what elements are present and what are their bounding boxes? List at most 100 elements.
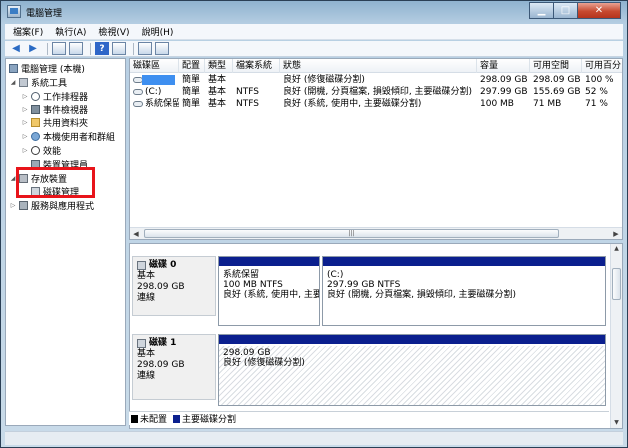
toolbar-separator (133, 42, 134, 55)
partition-system-reserved[interactable]: 系統保留 100 MB NTFS 良好 (系統, 使用中, 主要 (218, 256, 320, 326)
properties-icon[interactable] (112, 42, 126, 55)
volume-name-cell: 系統保留 (130, 98, 179, 110)
capacity-cell: 298.09 GB (480, 75, 528, 85)
navigation-tree[interactable]: 電腦管理 (本機) ◢ 系統工具 ▷ 工作排程器 ▷ 事件檢視器 ▷ 共用資料夾… (5, 58, 126, 426)
scrollbar-thumb[interactable]: ||| (144, 229, 559, 238)
status-bar (5, 431, 623, 445)
menu-file[interactable]: 檔案(F) (13, 25, 43, 38)
column-header-status[interactable]: 狀態 (280, 59, 477, 73)
partition-c-drive[interactable]: (C:) 297.99 GB NTFS 良好 (開機, 分頁檔案, 損毀傾印, … (322, 256, 606, 326)
menu-action[interactable]: 執行(A) (55, 25, 86, 38)
expand-arrow-icon[interactable]: ▷ (21, 106, 29, 113)
services-icon (19, 201, 28, 210)
table-row[interactable]: 簡單 基本 良好 (修復磁碟分割) 298.09 GB 298.09 GB 10… (130, 74, 622, 86)
layout-cell: 簡單 (182, 75, 201, 85)
up-folder-icon[interactable] (52, 42, 66, 55)
disk-0-label[interactable]: 磁碟 0 基本 298.09 GB 連線 (132, 256, 216, 316)
table-row[interactable]: (C:) 簡單 基本 NTFS 良好 (開機, 分頁檔案, 損毀傾印, 主要磁碟… (130, 86, 622, 98)
scroll-down-arrow-icon[interactable]: ▼ (611, 418, 622, 428)
disk-1-status: 連線 (137, 371, 156, 381)
file-system-cell (233, 74, 280, 86)
legend-primary-label: 主要磁碟分割 (182, 415, 237, 425)
disk-graph-view[interactable]: 磁碟 0 基本 298.09 GB 連線 系統保留 100 MB NTFS 良好… (129, 243, 623, 429)
file-system-cell: NTFS (236, 87, 259, 97)
tree-item-services-applications[interactable]: ▷ 服務與應用程式 (9, 199, 94, 212)
column-header-free-space[interactable]: 可用空間 (530, 59, 582, 73)
menu-help[interactable]: 說明(H) (142, 25, 174, 38)
show-hide-tree-icon[interactable] (69, 42, 83, 55)
free-space-cell: 298.09 GB (533, 75, 581, 85)
percent-free-cell: 71 % (585, 99, 608, 109)
minimize-button[interactable]: ▁ (529, 2, 554, 19)
scrollbar-thumb[interactable] (612, 268, 621, 300)
tree-item-system-tools[interactable]: ◢ 系統工具 (9, 76, 67, 89)
partition-recovery[interactable]: 298.09 GB 良好 (修復磁碟分割) (218, 334, 606, 406)
column-header-volume[interactable]: 磁碟區 (130, 59, 179, 73)
computer-management-icon (7, 5, 21, 18)
red-highlight-box (16, 167, 95, 198)
partition-status: 良好 (修復磁碟分割) (223, 358, 305, 368)
scroll-left-arrow-icon[interactable]: ◀ (130, 229, 142, 239)
volume-list[interactable]: 磁碟區 配置 類型 檔案系統 狀態 容量 可用空間 可用百分 簡單 基本 良好 … (129, 58, 623, 240)
forward-arrow-icon[interactable]: ▶ (26, 42, 40, 55)
primary-partition-bar (219, 257, 319, 266)
capacity-cell: 100 MB (480, 99, 514, 109)
column-header-type[interactable]: 類型 (205, 59, 233, 73)
back-arrow-icon[interactable]: ◀ (9, 42, 23, 55)
partition-size: 297.99 GB NTFS (327, 280, 401, 290)
unallocated-swatch (131, 414, 138, 423)
scroll-right-arrow-icon[interactable]: ▶ (610, 229, 622, 239)
partition-size: 298.09 GB (223, 348, 271, 358)
tree-item-performance[interactable]: ▷ 效能 (21, 144, 61, 157)
status-cell: 良好 (開機, 分頁檔案, 損毀傾印, 主要磁碟分割) (283, 87, 473, 97)
volume-icon (133, 88, 143, 95)
tree-item-local-users-groups[interactable]: ▷ 本機使用者和群組 (21, 130, 115, 143)
expand-arrow-icon[interactable]: ▷ (21, 119, 29, 126)
scroll-up-arrow-icon[interactable]: ▲ (611, 244, 622, 254)
horizontal-scrollbar[interactable]: ◀ ||| ▶ (130, 227, 622, 239)
hard-disk-icon (137, 339, 146, 348)
settings-icon[interactable] (155, 42, 169, 55)
tree-item-label: 電腦管理 (本機) (21, 65, 85, 75)
volume-list-header: 磁碟區 配置 類型 檔案系統 狀態 容量 可用空間 可用百分 (130, 59, 622, 73)
users-icon (31, 132, 40, 141)
tree-item-shared-folders[interactable]: ▷ 共用資料夾 (21, 116, 88, 129)
type-cell: 基本 (208, 75, 227, 85)
tree-item-event-viewer[interactable]: ▷ 事件檢視器 (21, 103, 88, 116)
column-header-file-system[interactable]: 檔案系統 (233, 59, 280, 73)
vertical-scrollbar[interactable]: ▲ ▼ (610, 244, 622, 428)
performance-icon (31, 146, 40, 155)
expand-arrow-icon[interactable]: ▷ (21, 147, 29, 154)
disk-1-title: 磁碟 1 (137, 338, 211, 349)
free-space-cell: 155.69 GB (533, 87, 581, 97)
hard-disk-icon (137, 261, 146, 270)
column-header-percent-free[interactable]: 可用百分 (582, 59, 622, 73)
partition-size: 100 MB NTFS (223, 280, 283, 290)
collapse-arrow-icon[interactable]: ◢ (9, 79, 17, 86)
help-icon[interactable]: ? (95, 42, 109, 55)
toolbar-separator (47, 42, 48, 55)
type-cell: 基本 (208, 99, 227, 109)
tree-item-label: 系統工具 (31, 79, 68, 89)
tree-item-computer-management[interactable]: 電腦管理 (本機) (9, 62, 85, 75)
tree-item-task-scheduler[interactable]: ▷ 工作排程器 (21, 90, 88, 103)
close-button[interactable]: ✕ (577, 2, 621, 19)
rescan-disk-icon[interactable] (138, 42, 152, 55)
expand-arrow-icon[interactable]: ▷ (21, 133, 29, 140)
expand-arrow-icon[interactable]: ▷ (21, 93, 29, 100)
column-header-layout[interactable]: 配置 (179, 59, 205, 73)
disk-0-title: 磁碟 0 (137, 260, 211, 271)
column-header-capacity[interactable]: 容量 (477, 59, 530, 73)
shared-folder-icon (31, 118, 40, 127)
title-bar[interactable]: 電腦管理 ▁ □ ✕ (1, 1, 627, 23)
disk-1-label[interactable]: 磁碟 1 基本 298.09 GB 連線 (132, 334, 216, 400)
expand-arrow-icon[interactable]: ▷ (9, 202, 17, 209)
table-row[interactable]: 系統保留 簡單 基本 NTFS 良好 (系統, 使用中, 主要磁碟分割) 100… (130, 98, 622, 110)
maximize-button[interactable]: □ (553, 2, 578, 19)
toolbar-separator (90, 42, 91, 55)
tree-item-label: 本機使用者和群組 (43, 133, 116, 143)
disk-1-size: 298.09 GB (137, 360, 185, 370)
layout-cell: 簡單 (182, 99, 201, 109)
tools-icon (19, 78, 28, 87)
menu-view[interactable]: 檢視(V) (98, 25, 129, 38)
